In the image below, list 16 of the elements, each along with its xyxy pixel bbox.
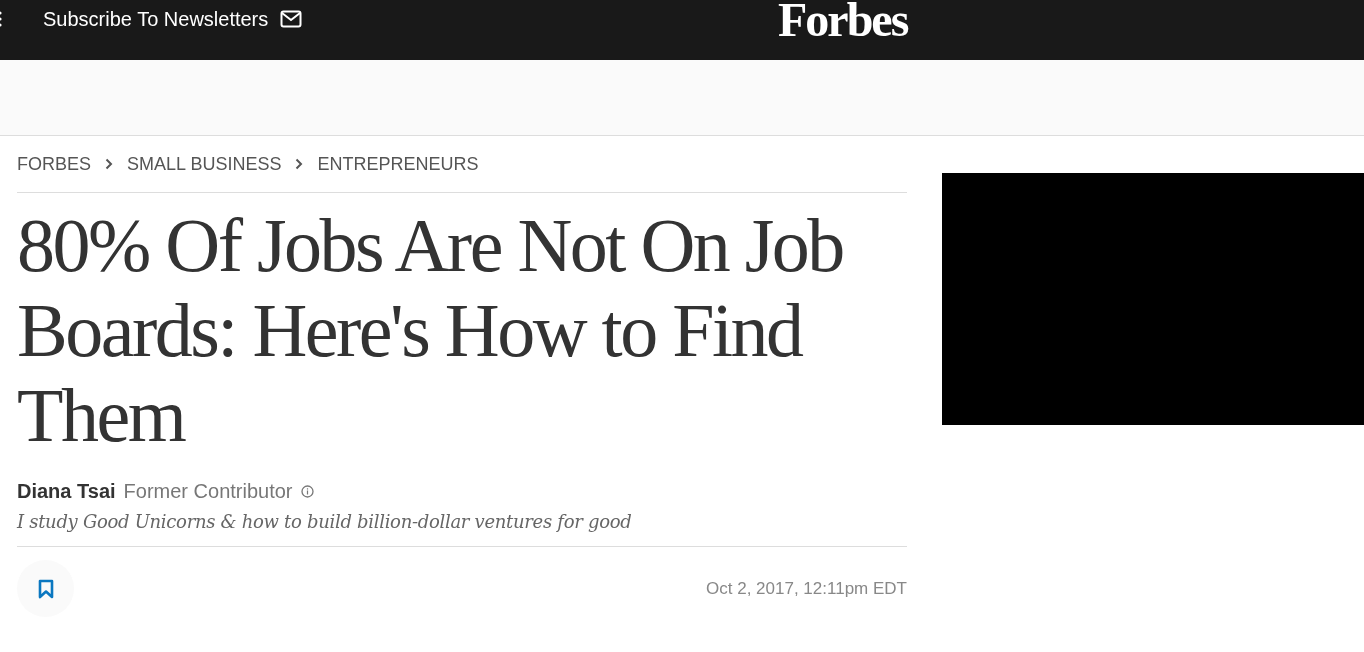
bookmark-icon: [37, 578, 54, 599]
breadcrumb-link[interactable]: SMALL BUSINESS: [127, 153, 282, 175]
menu-icon[interactable]: [0, 10, 3, 28]
subscribe-link[interactable]: Subscribe To Newsletters: [43, 7, 303, 31]
author-role: Former Contributor: [123, 480, 293, 503]
logo[interactable]: Forbes: [778, 0, 908, 44]
breadcrumb-link[interactable]: FORBES: [17, 153, 91, 175]
info-icon[interactable]: [300, 485, 314, 498]
headline: 80% Of Jobs Are Not On Job Boards: Here's How to Find Them: [17, 203, 844, 458]
envelope-icon: [280, 10, 303, 28]
chevron-icon: [105, 158, 113, 170]
author-bio: I study Good Unicorns & how to build billion-dollar ventures for good: [17, 511, 907, 547]
breadcrumb-link[interactable]: ENTREPRENEURS: [317, 153, 479, 175]
author-name[interactable]: Diana Tsai: [17, 480, 116, 503]
chevron-icon: [295, 158, 304, 170]
publish-date: Oct 2, 2017, 12:11pm EDT: [706, 578, 907, 599]
